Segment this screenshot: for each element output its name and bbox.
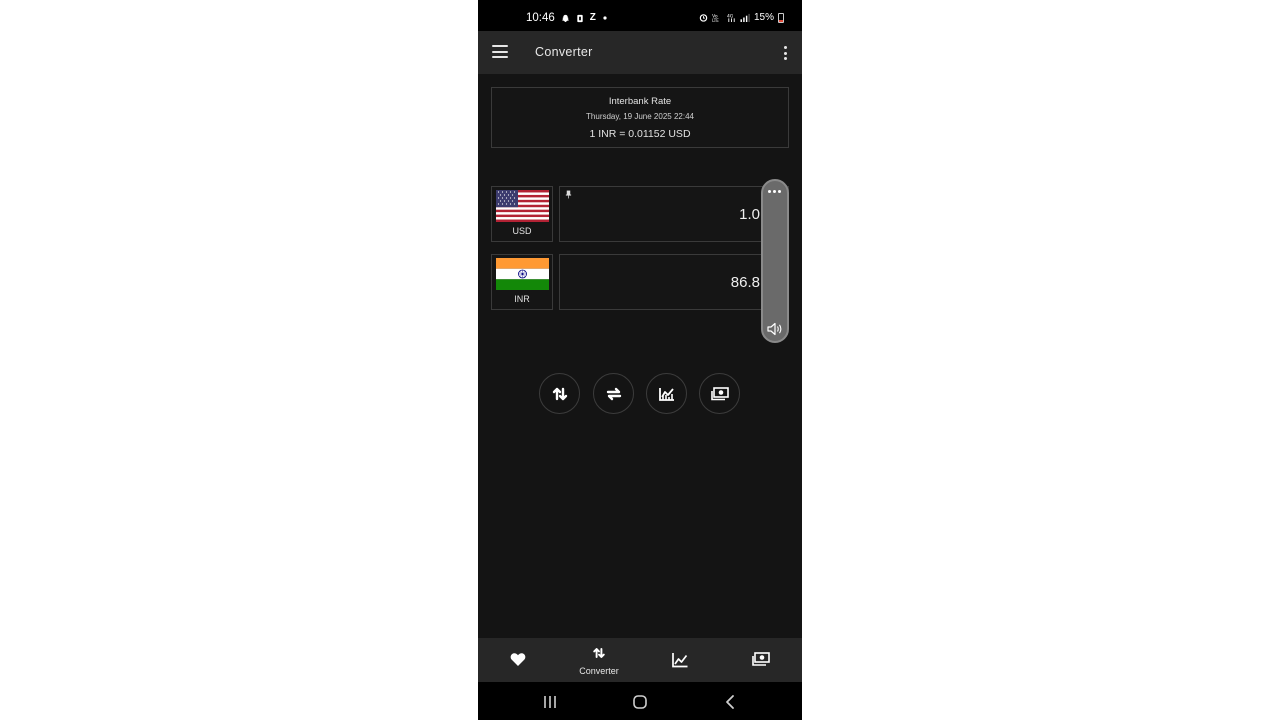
converter-icon [593,648,605,658]
dot-icon [603,16,607,20]
amount-value-inr: 86.8 [730,274,760,291]
z-icon: Z [589,12,596,23]
home-icon[interactable] [629,692,651,712]
signal-icon [740,13,750,22]
page-title: Converter [535,45,593,59]
svg-text:LTE: LTE [712,18,719,22]
chart-icon [659,388,674,401]
heart-icon [510,653,526,666]
rate-value: 1 INR = 0.01152 USD [589,128,691,140]
swap-vertical-button[interactable] [539,373,580,414]
currency-code-usd: USD [512,226,532,236]
back-icon[interactable] [720,692,742,712]
money-icon [752,652,770,666]
nav-item-money[interactable] [731,638,791,682]
chart-icon [672,653,688,668]
notification-icon [577,14,583,22]
india-flag-icon [496,258,549,290]
currency-code-inr: INR [514,294,530,304]
system-navigation-bar [478,682,802,720]
nav-item-converter[interactable]: Converter [569,638,629,682]
currency-selector-inr[interactable]: INR [491,254,553,310]
money-button[interactable] [699,373,740,414]
alarm-icon [699,14,708,22]
swap-vertical-icon [552,387,568,401]
status-bar: 10:46 Z Vo LTE 4G 15% [478,0,802,31]
nav-label-converter: Converter [579,666,619,676]
amount-field-inr[interactable]: 86.8 [559,254,789,310]
swap-horizontal-button[interactable] [593,373,634,414]
status-bar-right: Vo LTE 4G 15% [699,12,784,23]
status-time: 10:46 [526,12,555,24]
chart-button[interactable] [646,373,687,414]
bottom-navigation: Converter [478,638,802,682]
snapchat-icon [561,14,569,22]
nav-item-favorites[interactable] [488,638,548,682]
rate-title: Interbank Rate [608,96,672,107]
currency-selector-usd[interactable]: USD [491,186,553,242]
volume-panel[interactable] [761,179,789,343]
rate-date: Thursday, 19 June 2025 22:44 [586,112,694,121]
wifi-calling-icon: 4G [727,14,735,22]
recent-apps-icon[interactable] [539,692,561,712]
status-bar-left: 10:46 Z [526,12,608,24]
app-bar: Converter [478,31,802,74]
speaker-icon[interactable] [766,321,784,337]
volume-slider[interactable] [763,203,787,313]
battery-percent: 15% [753,12,774,23]
interbank-rate-card: Interbank Rate Thursday, 19 June 2025 22… [491,87,789,148]
swap-horizontal-icon [606,387,622,401]
amount-field-usd[interactable]: 1.0 [559,186,789,242]
us-flag-icon [496,190,549,222]
volume-more-icon[interactable] [768,190,781,193]
volte-icon: VoLTE [712,14,719,23]
menu-icon[interactable] [492,45,508,58]
more-options-icon[interactable] [782,45,788,61]
svg-text:4G: 4G [727,14,734,20]
battery-icon [778,12,784,23]
pin-icon[interactable] [565,190,572,199]
nav-item-charts[interactable] [650,638,710,682]
amount-value-usd: 1.0 [739,206,760,223]
money-icon [711,387,729,401]
phone-screen: 10:46 Z Vo LTE 4G 15% Converter Interbank… [478,0,802,720]
